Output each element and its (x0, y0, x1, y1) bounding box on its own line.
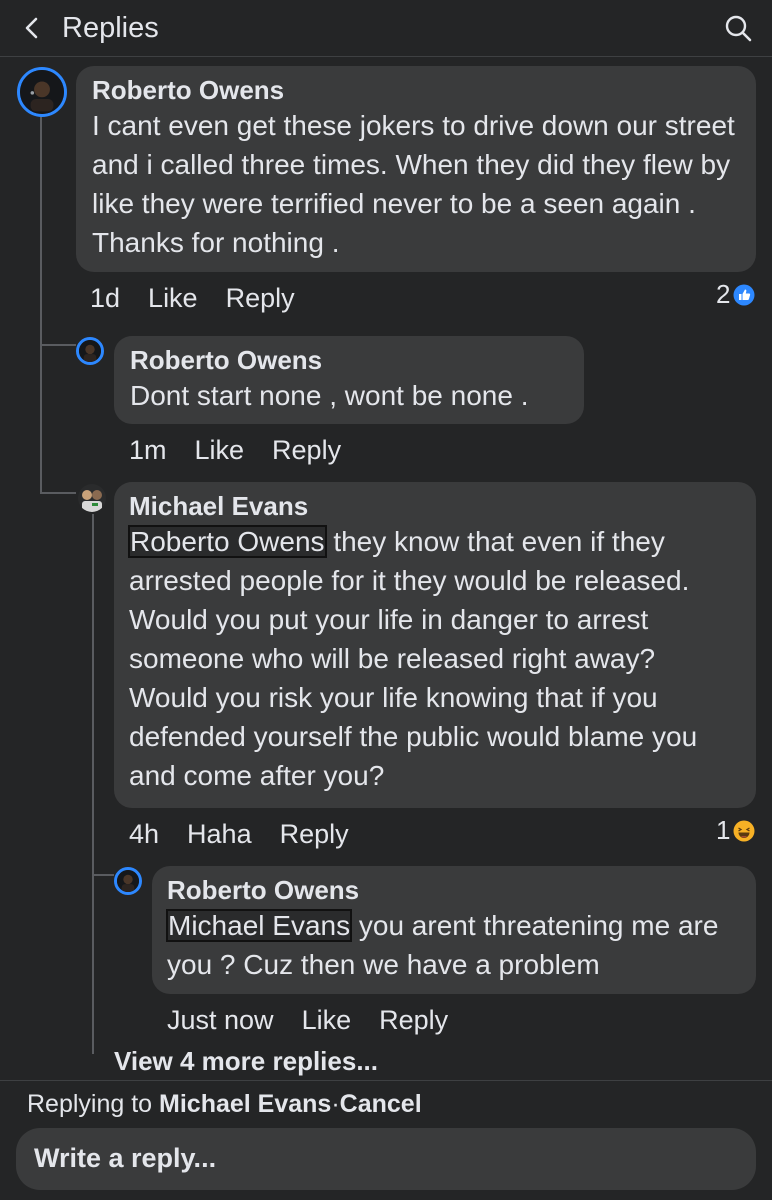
comment-author[interactable]: Michael Evans (129, 490, 741, 522)
mention-link[interactable]: Michael Evans (165, 909, 353, 942)
comment-author[interactable]: Roberto Owens (167, 874, 741, 906)
reply-button[interactable]: Reply (280, 819, 349, 849)
view-more-replies-link[interactable]: View 4 more replies... (114, 1046, 378, 1077)
cancel-button[interactable]: Cancel (340, 1090, 422, 1118)
comment-text: Roberto Owens they know that even if the… (128, 525, 698, 791)
replying-to-bar: Replying to Michael Evans·Cancel (27, 1090, 422, 1119)
mention-link[interactable]: Roberto Owens (128, 525, 327, 558)
comment-author[interactable]: Roberto Owens (130, 344, 568, 376)
reply-button[interactable]: Reply (379, 1005, 448, 1035)
comment-actions: 1m Like Reply (129, 435, 369, 466)
comment-text: Dont start none , wont be none . (130, 380, 529, 411)
thread-line (40, 492, 76, 494)
page-title: Replies (62, 12, 159, 44)
avatar[interactable] (76, 337, 104, 365)
comment-bubble: Roberto Owens Michael Evans you arent th… (152, 866, 756, 994)
avatar[interactable] (114, 867, 142, 895)
replying-name: Michael Evans (159, 1090, 332, 1118)
avatar[interactable] (78, 484, 106, 512)
comment-actions: Just now Like Reply (167, 1005, 476, 1036)
comment-text: I cant even get these jokers to drive do… (92, 110, 735, 258)
comment-bubble: Michael Evans Roberto Owens they know th… (114, 482, 756, 808)
comment-bubble: Roberto Owens Dont start none , wont be … (114, 336, 584, 424)
like-button[interactable]: Like (302, 1005, 352, 1035)
like-button[interactable]: Like (195, 435, 245, 465)
comment-author[interactable]: Roberto Owens (92, 74, 740, 106)
thread-line (40, 344, 42, 494)
search-icon[interactable] (724, 14, 752, 42)
thread-line (40, 112, 42, 344)
comment-actions: 1d Like Reply (90, 283, 323, 314)
reply-button[interactable]: Reply (272, 435, 341, 465)
separator: · (331, 1090, 340, 1118)
like-icon (733, 284, 755, 305)
avatar[interactable] (17, 67, 67, 117)
reply-button[interactable]: Reply (226, 283, 295, 313)
comment-time[interactable]: 1d (90, 283, 120, 313)
thread-line (92, 514, 94, 1054)
like-button[interactable]: Like (148, 283, 198, 313)
comment-time[interactable]: 1m (129, 435, 167, 465)
reaction-count[interactable]: 2 (716, 279, 755, 310)
top-bar: Replies (0, 0, 772, 57)
haha-icon (733, 820, 755, 841)
comment-bubble: Roberto Owens I cant even get these joke… (76, 66, 756, 272)
reply-input[interactable]: Write a reply... (16, 1128, 756, 1190)
back-arrow-icon[interactable] (18, 14, 46, 42)
haha-button[interactable]: Haha (187, 819, 252, 849)
comment-actions: 4h Haha Reply (129, 819, 377, 850)
thread-line (40, 344, 76, 346)
divider (0, 1080, 772, 1081)
reaction-count[interactable]: 1 (716, 815, 755, 846)
thread-line (92, 874, 114, 876)
comment-time[interactable]: Just now (167, 1005, 274, 1035)
comment-text: Michael Evans you arent threatening me a… (165, 909, 719, 980)
replying-prefix: Replying to (27, 1090, 160, 1118)
comment-time[interactable]: 4h (129, 819, 159, 849)
